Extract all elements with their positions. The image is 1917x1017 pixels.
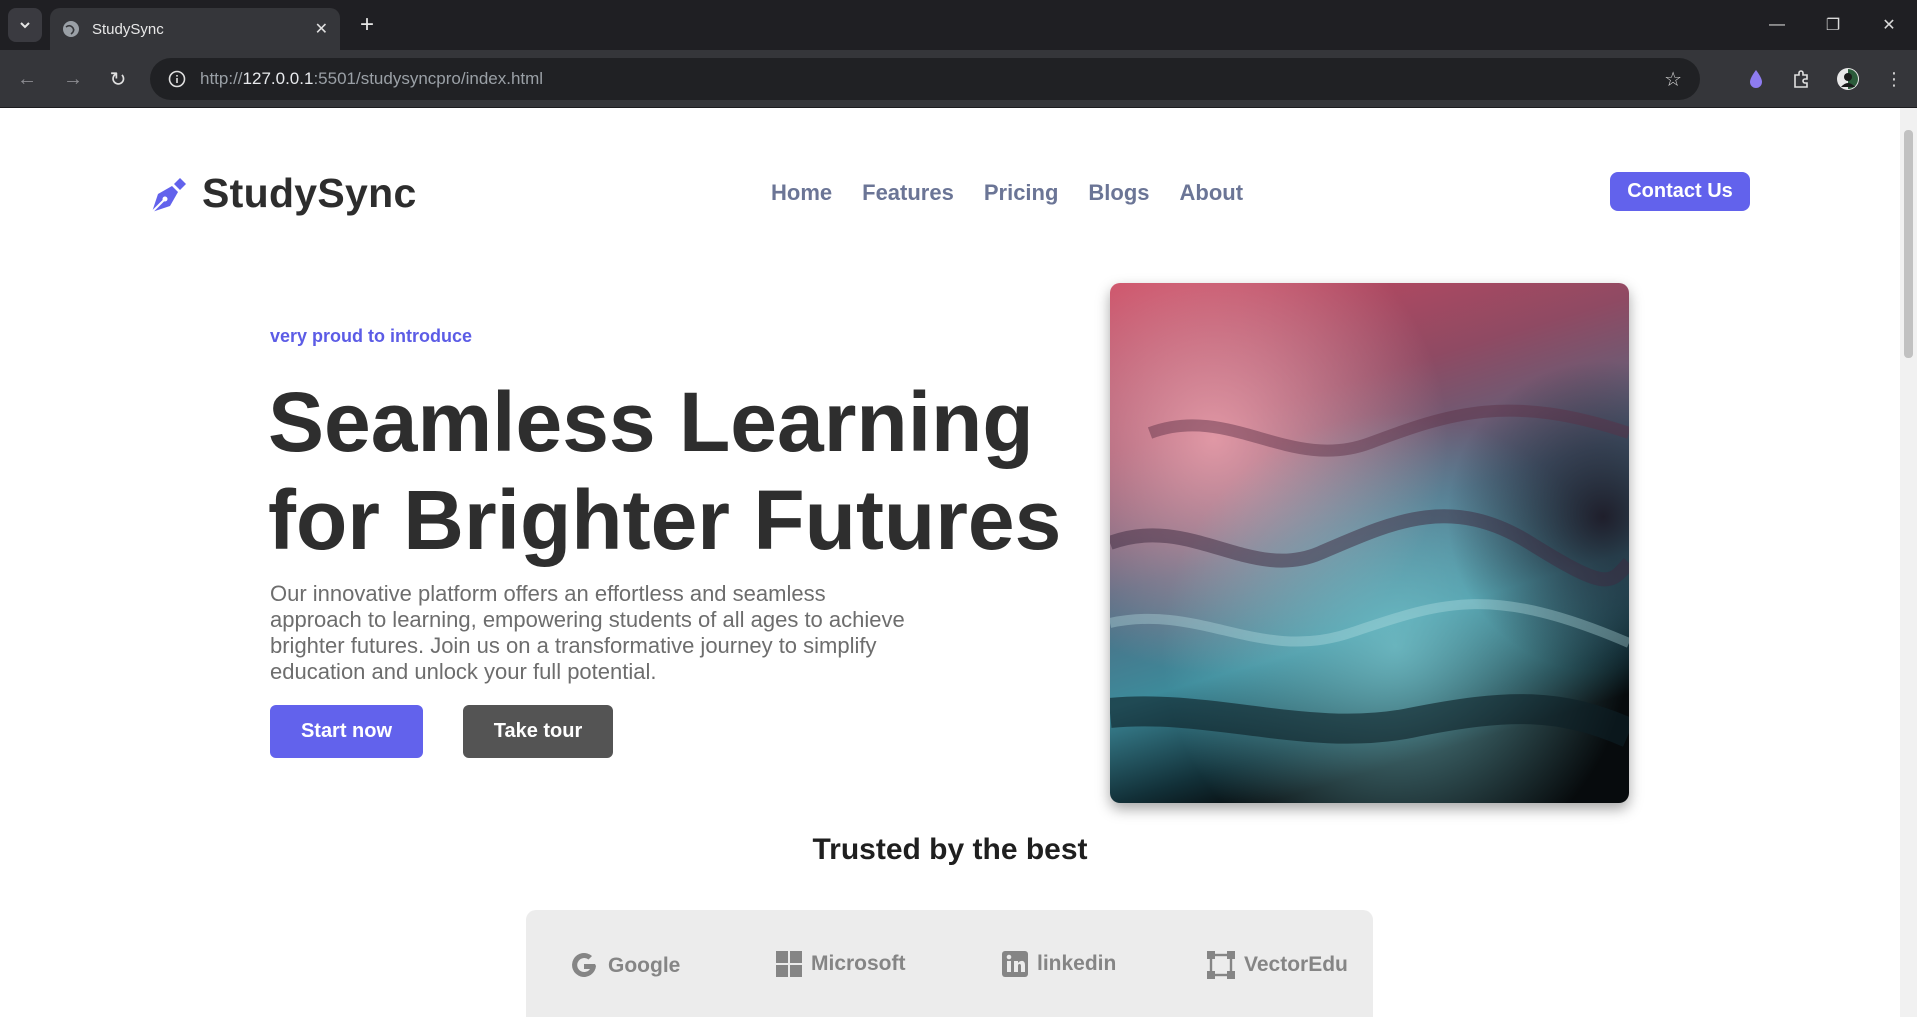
- hero-image: [1110, 283, 1629, 803]
- restore-icon[interactable]: ❐: [1805, 0, 1861, 50]
- nav-home[interactable]: Home: [771, 180, 832, 206]
- logo-linkedin-label: linkedin: [1037, 952, 1117, 975]
- reload-icon[interactable]: ↻: [101, 62, 135, 96]
- nav-about[interactable]: About: [1180, 180, 1244, 206]
- start-now-button[interactable]: Start now: [270, 705, 423, 758]
- browser-tabstrip: StudySync ✕ + — ❐ ✕: [0, 0, 1917, 50]
- page-viewport: StudySync Home Features Pricing Blogs Ab…: [0, 108, 1900, 1017]
- forward-icon[interactable]: →: [56, 62, 90, 96]
- address-bar[interactable]: http://127.0.0.1:5501/studysyncpro/index…: [150, 58, 1700, 100]
- url-scheme: http://: [200, 69, 243, 88]
- linkedin-icon: [1002, 951, 1028, 977]
- brand-name: StudySync: [202, 170, 417, 216]
- extensions-area: ⋮: [1733, 62, 1917, 96]
- close-window-icon[interactable]: ✕: [1861, 0, 1917, 50]
- main-nav: Home Features Pricing Blogs About: [771, 180, 1243, 206]
- scrollbar-thumb[interactable]: [1904, 130, 1913, 358]
- close-icon[interactable]: ✕: [315, 19, 328, 39]
- tab-studysync[interactable]: StudySync ✕: [50, 8, 340, 50]
- tab-title: StudySync: [92, 20, 164, 38]
- pen-nib-logo-icon: [151, 177, 186, 213]
- url-path: :5501/studysyncpro/index.html: [313, 69, 544, 88]
- microsoft-icon: [776, 951, 802, 977]
- nav-features[interactable]: Features: [862, 180, 954, 206]
- take-tour-button[interactable]: Take tour: [463, 705, 613, 758]
- window-controls: — ❐ ✕: [1749, 0, 1917, 50]
- nav-blogs[interactable]: Blogs: [1088, 180, 1149, 206]
- info-icon[interactable]: [168, 70, 186, 88]
- back-icon[interactable]: ←: [10, 62, 44, 96]
- logo-microsoft-label: Microsoft: [811, 952, 906, 975]
- nav-pricing[interactable]: Pricing: [984, 180, 1059, 206]
- extension-icon[interactable]: [1733, 62, 1779, 96]
- headline-line-2: for Brighter Futures: [268, 473, 1062, 567]
- trusted-logo-bar: Google Microsoft linkedin VectorEdu: [526, 910, 1373, 1017]
- logo-vectoredu-label: VectorEdu: [1244, 953, 1348, 976]
- avatar[interactable]: [1825, 62, 1871, 96]
- star-icon[interactable]: ☆: [1664, 67, 1682, 92]
- hero-eyebrow: very proud to introduce: [270, 326, 473, 346]
- page-scrollbar[interactable]: [1900, 108, 1917, 1017]
- chevron-down-icon: [20, 22, 30, 29]
- headline-line-1: Seamless Learning: [268, 375, 1034, 469]
- contact-us-button[interactable]: Contact Us: [1610, 172, 1750, 211]
- logo-microsoft: Microsoft: [775, 950, 906, 978]
- logo-google-label: Google: [608, 954, 681, 977]
- menu-icon[interactable]: ⋮: [1871, 62, 1917, 96]
- globe-icon: [63, 21, 79, 37]
- brand[interactable]: StudySync: [148, 170, 417, 217]
- logo-google: Google: [568, 950, 680, 982]
- hero-headline: Seamless Learning for Brighter Futures: [268, 373, 1088, 569]
- browser-toolbar: ← → ↻ http://127.0.0.1:5501/studysyncpro…: [0, 50, 1917, 108]
- tab-search-button[interactable]: [8, 8, 42, 42]
- google-icon: [572, 952, 596, 977]
- vector-square-icon: [1207, 951, 1235, 979]
- logo-linkedin: linkedin: [1001, 950, 1116, 978]
- puzzle-icon[interactable]: [1779, 62, 1825, 96]
- url-text[interactable]: http://127.0.0.1:5501/studysyncpro/index…: [200, 69, 1664, 89]
- logo-vectoredu: VectorEdu: [1206, 950, 1348, 980]
- minimize-icon[interactable]: —: [1749, 0, 1805, 50]
- plus-icon[interactable]: +: [352, 10, 382, 40]
- trusted-heading: Trusted by the best: [812, 833, 1088, 866]
- hero-description: Our innovative platform offers an effort…: [270, 581, 905, 684]
- url-host: 127.0.0.1: [242, 69, 314, 88]
